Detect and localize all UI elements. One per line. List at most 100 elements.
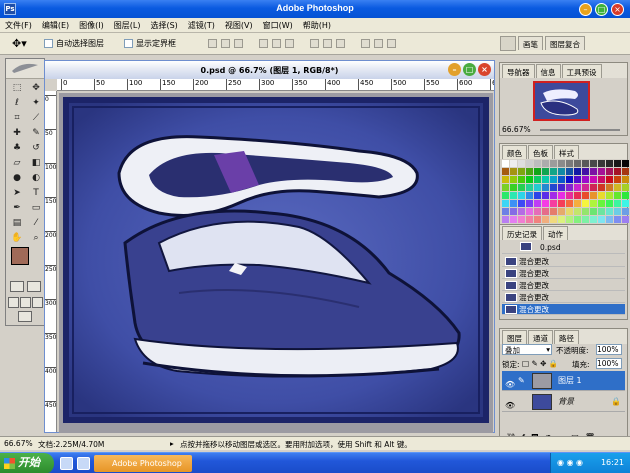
- color-swatch[interactable]: [582, 216, 589, 223]
- crop-tool-icon[interactable]: ⌗: [8, 111, 26, 125]
- palette-tab-layer-comps[interactable]: 图层复合: [545, 36, 585, 50]
- color-swatch[interactable]: [582, 168, 589, 175]
- align-right-icon[interactable]: [285, 39, 294, 48]
- color-swatch[interactable]: [606, 216, 613, 223]
- history-item[interactable]: 混合更改: [502, 292, 625, 303]
- distribute-top-icon[interactable]: [310, 39, 319, 48]
- color-swatch[interactable]: [534, 184, 541, 191]
- color-swatch[interactable]: [534, 192, 541, 199]
- history-brush-tool-icon[interactable]: ↺: [27, 141, 45, 155]
- color-swatch[interactable]: [502, 192, 509, 199]
- distribute-hcenter-icon[interactable]: [374, 39, 383, 48]
- color-swatch[interactable]: [590, 200, 597, 207]
- color-swatch[interactable]: [622, 160, 629, 167]
- gradient-tool-icon[interactable]: ◧: [27, 156, 45, 170]
- history-item-current[interactable]: 混合更改: [502, 304, 625, 315]
- color-swatch[interactable]: [574, 184, 581, 191]
- color-swatch[interactable]: [590, 184, 597, 191]
- color-swatch[interactable]: [566, 192, 573, 199]
- eyedropper-tool-icon[interactable]: ⁄: [27, 216, 45, 230]
- color-swatch[interactable]: [542, 176, 549, 183]
- color-swatch[interactable]: [558, 176, 565, 183]
- color-swatch[interactable]: [542, 160, 549, 167]
- status-arrow-icon[interactable]: ▸: [170, 439, 174, 448]
- color-swatch[interactable]: [606, 200, 613, 207]
- color-swatch[interactable]: [622, 208, 629, 215]
- color-swatch[interactable]: [582, 208, 589, 215]
- color-swatch[interactable]: [510, 160, 517, 167]
- tab-swatches[interactable]: 色板: [528, 145, 553, 159]
- tray-icons[interactable]: ◉ ◉ ◉: [557, 458, 583, 467]
- color-swatch[interactable]: [574, 216, 581, 223]
- tab-info[interactable]: 信息: [535, 64, 561, 78]
- color-swatch[interactable]: [502, 176, 509, 183]
- color-swatch[interactable]: [590, 176, 597, 183]
- notes-tool-icon[interactable]: ▤: [8, 216, 26, 230]
- color-swatch[interactable]: [518, 160, 525, 167]
- tab-paths[interactable]: 路径: [554, 330, 579, 344]
- screen-mode-standard-icon[interactable]: [8, 297, 19, 308]
- color-swatch[interactable]: [502, 216, 509, 223]
- layer-row-layer1[interactable]: 👁 ✎ 图层 1: [502, 371, 625, 391]
- color-swatch[interactable]: [526, 176, 533, 183]
- palette-tab-brushes[interactable]: 画笔: [518, 36, 543, 50]
- color-swatch[interactable]: [550, 160, 557, 167]
- history-item[interactable]: 混合更改: [502, 256, 625, 267]
- color-swatch[interactable]: [558, 200, 565, 207]
- menu-file[interactable]: 文件(F): [0, 18, 37, 31]
- color-swatch[interactable]: [542, 184, 549, 191]
- opacity-field[interactable]: 100%: [596, 344, 622, 355]
- color-swatch[interactable]: [526, 208, 533, 215]
- color-swatch[interactable]: [510, 176, 517, 183]
- doc-maximize-button[interactable]: □: [463, 63, 476, 76]
- standard-mode-icon[interactable]: [10, 281, 24, 292]
- magic-wand-tool-icon[interactable]: ✦: [27, 96, 45, 110]
- distribute-left-icon[interactable]: [361, 39, 370, 48]
- color-swatch[interactable]: [558, 208, 565, 215]
- color-swatch[interactable]: [622, 200, 629, 207]
- color-swatch[interactable]: [582, 184, 589, 191]
- color-swatch[interactable]: [566, 208, 573, 215]
- blend-mode-select[interactable]: 叠加 ▾: [502, 344, 552, 355]
- color-swatch[interactable]: [566, 216, 573, 223]
- brush-tool-icon[interactable]: ✎: [27, 126, 45, 140]
- color-swatch[interactable]: [582, 176, 589, 183]
- navigator-zoom-value[interactable]: 66.67%: [502, 125, 531, 134]
- color-swatch[interactable]: [590, 160, 597, 167]
- color-swatch[interactable]: [526, 200, 533, 207]
- color-swatch[interactable]: [518, 184, 525, 191]
- color-swatch[interactable]: [542, 208, 549, 215]
- quicklaunch-desktop-icon[interactable]: [77, 457, 90, 470]
- menu-window[interactable]: 窗口(W): [258, 18, 298, 31]
- color-swatch[interactable]: [622, 216, 629, 223]
- hand-tool-icon[interactable]: ✋: [8, 231, 26, 245]
- distribute-bottom-icon[interactable]: [336, 39, 345, 48]
- color-swatch[interactable]: [510, 184, 517, 191]
- color-swatch[interactable]: [606, 208, 613, 215]
- blur-tool-icon[interactable]: ●: [8, 171, 26, 185]
- menu-layer[interactable]: 图层(L): [109, 18, 146, 31]
- clock[interactable]: 16:21: [601, 458, 624, 467]
- color-swatch[interactable]: [566, 160, 573, 167]
- color-swatch[interactable]: [598, 192, 605, 199]
- color-swatch[interactable]: [574, 160, 581, 167]
- color-swatch[interactable]: [550, 168, 557, 175]
- color-swatch[interactable]: [566, 184, 573, 191]
- align-top-icon[interactable]: [208, 39, 217, 48]
- color-swatch[interactable]: [534, 216, 541, 223]
- color-swatch[interactable]: [590, 192, 597, 199]
- color-swatch[interactable]: [566, 168, 573, 175]
- move-tool-preset-icon[interactable]: ✥▾: [12, 37, 27, 50]
- color-swatch[interactable]: [526, 184, 533, 191]
- move-tool-icon[interactable]: ✥: [27, 81, 45, 95]
- color-swatch[interactable]: [598, 160, 605, 167]
- path-selection-tool-icon[interactable]: ➤: [8, 186, 26, 200]
- tab-styles[interactable]: 样式: [554, 145, 579, 159]
- color-swatch[interactable]: [550, 200, 557, 207]
- marquee-tool-icon[interactable]: ⬚: [8, 81, 26, 95]
- color-swatch[interactable]: [550, 184, 557, 191]
- tab-layers[interactable]: 图层: [502, 330, 527, 344]
- eye-icon[interactable]: 👁: [505, 396, 515, 416]
- distribute-right-icon[interactable]: [387, 39, 396, 48]
- file-browser-icon[interactable]: [500, 36, 516, 51]
